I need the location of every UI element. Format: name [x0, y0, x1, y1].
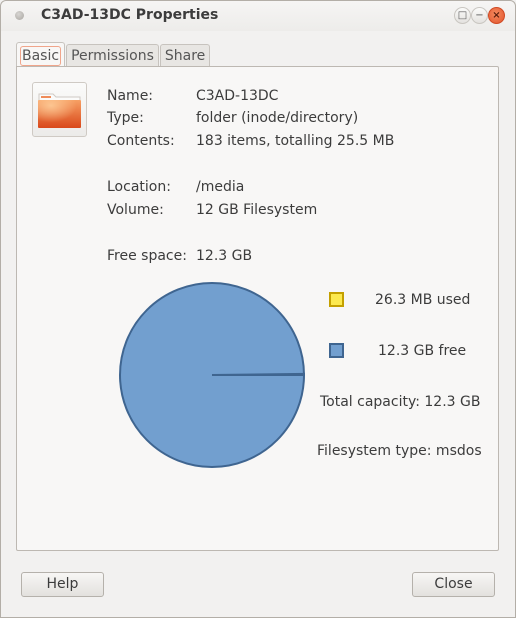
free-space-value: 12.3 GB — [196, 248, 253, 264]
volume-row: Volume: 12 GB Filesystem — [107, 202, 487, 222]
minimize-button[interactable]: − — [471, 7, 488, 24]
type-value: folder (inode/directory) — [196, 110, 359, 126]
folder-icon — [38, 93, 81, 128]
type-label: Type: — [107, 110, 144, 126]
volume-label: Volume: — [107, 202, 164, 218]
window-title: C3AD-13DC Properties — [41, 7, 219, 23]
titlebar[interactable]: C3AD-13DC Properties □ − × — [1, 1, 515, 31]
free-legend-label: 12.3 GB free — [378, 343, 467, 359]
volume-value: 12 GB Filesystem — [196, 202, 318, 218]
name-row: Name: C3AD-13DC — [107, 88, 487, 108]
free-legend-swatch — [329, 343, 344, 358]
tab-share[interactable]: Share — [159, 44, 211, 66]
used-legend-swatch — [329, 292, 344, 307]
close-button[interactable]: Close — [412, 572, 495, 597]
tab-basic[interactable]: Basic — [16, 42, 66, 66]
tab-basic-label: Basic — [20, 46, 62, 66]
contents-value: 183 items, totalling 25.5 MB — [196, 133, 395, 149]
usage-pie-chart — [119, 282, 306, 468]
help-button[interactable]: Help — [21, 572, 104, 597]
total-capacity-label: Total capacity: 12.3 GB — [320, 394, 481, 410]
location-value: /media — [196, 179, 245, 195]
contents-label: Contents: — [107, 133, 175, 149]
contents-row: Contents: 183 items, totalling 25.5 MB — [107, 133, 487, 153]
name-label: Name: — [107, 88, 154, 104]
location-row: Location: /media — [107, 179, 487, 199]
type-row: Type: folder (inode/directory) — [107, 110, 487, 130]
location-label: Location: — [107, 179, 171, 195]
folder-icon-button[interactable] — [32, 82, 87, 137]
window-menu-icon[interactable] — [15, 11, 24, 20]
name-value[interactable]: C3AD-13DC — [196, 88, 278, 104]
close-window-button[interactable]: × — [488, 7, 505, 24]
free-space-row: Free space: 12.3 GB — [107, 248, 487, 268]
free-space-label: Free space: — [107, 248, 187, 264]
tab-bar: Basic Permissions Share — [16, 42, 211, 67]
tab-permissions[interactable]: Permissions — [66, 44, 159, 66]
filesystem-type-label: Filesystem type: msdos — [317, 443, 482, 459]
maximize-button[interactable]: □ — [454, 7, 471, 24]
used-legend-label: 26.3 MB used — [375, 292, 471, 308]
pie-slice-used — [211, 372, 306, 376]
